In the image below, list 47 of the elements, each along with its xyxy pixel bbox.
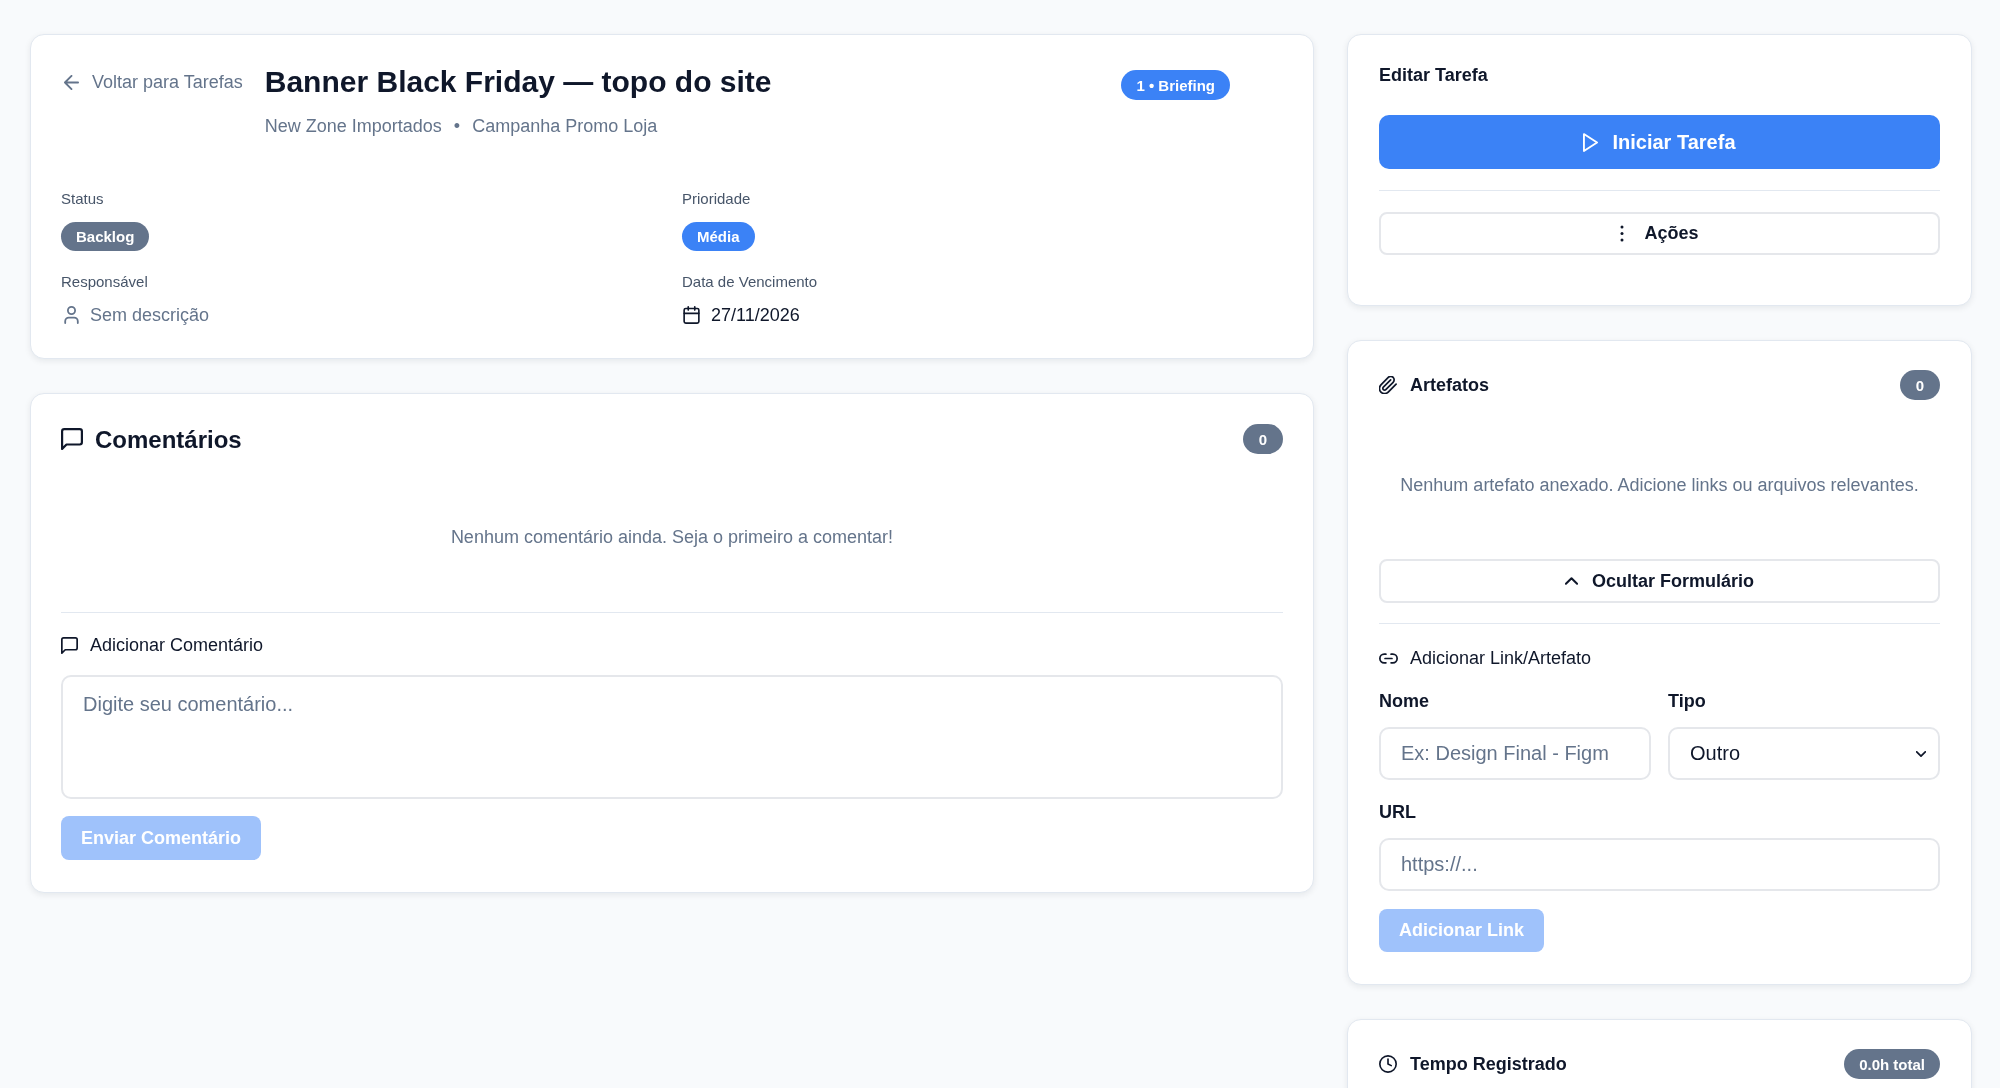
play-icon	[1583, 132, 1599, 152]
arrow-left-icon	[64, 74, 79, 90]
chevron-down-icon	[1916, 750, 1926, 757]
client-name: New Zone Importados	[264, 115, 442, 138]
url-input[interactable]: https://...	[1379, 838, 1940, 891]
tag-badge: Média	[682, 222, 755, 251]
comment-field[interactable]: Digite seu comentário...	[61, 675, 1283, 799]
actions-button[interactable]: Ações	[1379, 212, 1940, 255]
count-badge: 0	[1243, 424, 1283, 454]
field-label: Tipo	[1668, 690, 1707, 713]
detail-label: Prioridade	[682, 189, 751, 209]
stage-badge: 1 • Briefing	[1121, 70, 1230, 100]
add-comment-heading: Adicionar Comentário	[90, 634, 264, 657]
chevron-up-icon	[1565, 577, 1578, 585]
time-log-title: Tempo Registrado	[1410, 1053, 1567, 1076]
total-time-badge: 0.0h total	[1844, 1049, 1940, 1079]
add-link-heading: Adicionar Link/Artefato	[1410, 647, 1592, 670]
start-task-button[interactable]: Iniciar Tarefa	[1379, 115, 1940, 169]
back-link[interactable]: Voltar para Tarefas	[61, 64, 243, 100]
due-date-text: 27/11/2026	[711, 304, 800, 327]
task-title: Banner Black Friday — topo do site	[264, 64, 773, 100]
field-label: URL	[1379, 801, 1417, 824]
assignee-text: Sem descrição	[90, 304, 210, 327]
paperclip-icon	[1379, 376, 1397, 394]
type-select[interactable]: Outro	[1668, 727, 1940, 780]
name-input[interactable]: Ex: Design Final - Figm	[1379, 727, 1651, 780]
campaign-name: Campanha Promo Loja	[472, 115, 658, 138]
count-badge: 0	[1900, 370, 1940, 400]
more-vertical-icon	[1620, 225, 1625, 242]
empty-comments-text: Nenhum comentário ainda. Seja o primeiro a comentar!	[449, 526, 895, 549]
detail-label: Responsável	[61, 272, 148, 292]
hide-form-button[interactable]: Ocultar Formulário	[1379, 559, 1940, 603]
detail-label: Status	[61, 189, 104, 209]
calendar-icon	[683, 306, 700, 324]
link-icon	[1379, 652, 1398, 664]
bullet-separator: •	[453, 115, 461, 138]
field-label: Nome	[1379, 690, 1430, 713]
artifacts-title: Artefatos	[1410, 374, 1489, 397]
empty-artifacts-text: Nenhum artefato anexado. Adicione links ou arquivos relevantes.	[1399, 474, 1920, 497]
clock-icon	[1379, 1055, 1397, 1073]
edit-task-title: Editar Tarefa	[1379, 64, 1489, 87]
tag-badge: Backlog	[61, 222, 150, 251]
user-icon	[64, 306, 79, 324]
chat-bubble-icon	[61, 636, 78, 654]
comments-title: Comentários	[95, 424, 242, 454]
chat-bubble-icon	[61, 428, 83, 450]
detail-label: Data de Vencimento	[682, 272, 818, 292]
